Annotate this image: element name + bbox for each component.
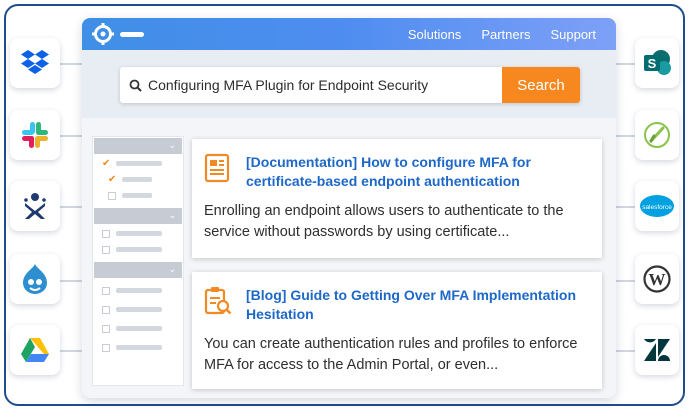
top-nav: Solutions Partners Support — [408, 18, 616, 50]
connector — [616, 135, 637, 137]
top-bar: Solutions Partners Support — [82, 18, 616, 50]
app-tile-sharepoint[interactable]: S — [635, 38, 679, 88]
search-box[interactable]: Configuring MFA Plugin for Endpoint Secu… — [120, 67, 580, 103]
app-tile-slack[interactable] — [10, 110, 60, 160]
filter-option[interactable] — [94, 189, 182, 202]
filter-header[interactable]: ⌄ — [94, 138, 182, 154]
blog-search-icon — [204, 287, 232, 315]
filter-option[interactable]: ✔ — [94, 157, 182, 170]
connector — [60, 350, 82, 352]
app-tile-drupal[interactable] — [10, 254, 60, 304]
filter-option[interactable] — [94, 243, 182, 256]
google-drive-icon — [21, 338, 49, 362]
checkbox[interactable] — [102, 229, 110, 238]
filter-group: ⌄ ✔ ✔ — [94, 138, 182, 202]
yext-icon — [644, 122, 670, 148]
connector — [60, 280, 82, 282]
app-tile-salesforce[interactable]: salesforce — [635, 181, 679, 231]
app-tile-yext[interactable] — [635, 110, 679, 160]
filter-option[interactable]: ✔ — [94, 173, 182, 186]
connector — [616, 280, 637, 282]
checkbox[interactable] — [102, 324, 110, 333]
chevron-down-icon: ⌄ — [168, 264, 176, 274]
result-title[interactable]: [Blog] Guide to Getting Over MFA Impleme… — [246, 286, 590, 324]
dropbox-icon — [21, 50, 49, 74]
filter-option[interactable] — [94, 284, 182, 297]
filter-group: ⌄ — [94, 262, 182, 354]
menu-dash-icon[interactable] — [120, 31, 144, 37]
zendesk-icon — [644, 339, 670, 361]
checkbox[interactable] — [108, 191, 116, 200]
search-icon — [120, 79, 146, 92]
document-icon — [204, 153, 230, 183]
confluence-icon — [24, 193, 46, 219]
connector — [616, 63, 637, 65]
app-tile-confluence[interactable] — [10, 181, 60, 231]
connector — [60, 206, 82, 208]
nav-solutions[interactable]: Solutions — [408, 27, 461, 42]
connector — [60, 63, 82, 65]
filter-sidebar: ⌄ ✔ ✔ ⌄ ⌄ — [94, 138, 182, 360]
checkbox[interactable] — [102, 286, 110, 295]
filter-header[interactable]: ⌄ — [94, 208, 182, 224]
chevron-down-icon: ⌄ — [168, 140, 176, 150]
svg-text:S: S — [648, 56, 657, 71]
filter-option[interactable] — [94, 303, 182, 316]
salesforce-icon: salesforce — [640, 195, 674, 217]
svg-text:W: W — [649, 270, 666, 289]
app-tile-zendesk[interactable] — [635, 325, 679, 375]
filter-header[interactable]: ⌄ — [94, 262, 182, 278]
search-result[interactable]: [Documentation] How to configure MFA for… — [192, 139, 602, 258]
result-description: You can create authentication rules and … — [204, 336, 578, 373]
nav-partners[interactable]: Partners — [481, 27, 530, 42]
search-result[interactable]: [Blog] Guide to Getting Over MFA Impleme… — [192, 272, 602, 389]
result-description: Enrolling an endpoint allows users to au… — [204, 203, 564, 240]
filter-option[interactable] — [94, 341, 182, 354]
app-tile-dropbox[interactable] — [10, 38, 60, 88]
svg-text:salesforce: salesforce — [642, 204, 672, 211]
checkmark-icon: ✔ — [102, 157, 111, 169]
app-tile-wordpress[interactable]: W — [635, 254, 679, 304]
wordpress-icon: W — [643, 265, 671, 293]
checkmark-icon: ✔ — [108, 173, 117, 185]
gear-logo-icon — [92, 23, 114, 45]
connector — [616, 206, 637, 208]
drupal-icon — [23, 264, 47, 294]
sharepoint-icon: S — [644, 50, 671, 75]
filter-group: ⌄ — [94, 208, 182, 256]
checkbox[interactable] — [102, 343, 110, 352]
slack-icon — [22, 122, 48, 148]
checkbox[interactable] — [102, 245, 110, 254]
filter-option[interactable] — [94, 227, 182, 240]
chevron-down-icon: ⌄ — [168, 210, 176, 220]
search-button[interactable]: Search — [502, 67, 580, 103]
filter-option[interactable] — [94, 322, 182, 335]
result-title[interactable]: [Documentation] How to configure MFA for… — [246, 153, 590, 191]
connector — [616, 350, 637, 352]
app-tile-google-drive[interactable] — [10, 325, 60, 375]
search-band: Configuring MFA Plugin for Endpoint Secu… — [82, 50, 616, 118]
browser-window: Solutions Partners Support Configuring M… — [82, 18, 616, 398]
connector — [60, 135, 82, 137]
checkbox[interactable] — [102, 305, 110, 314]
nav-support[interactable]: Support — [550, 27, 596, 42]
